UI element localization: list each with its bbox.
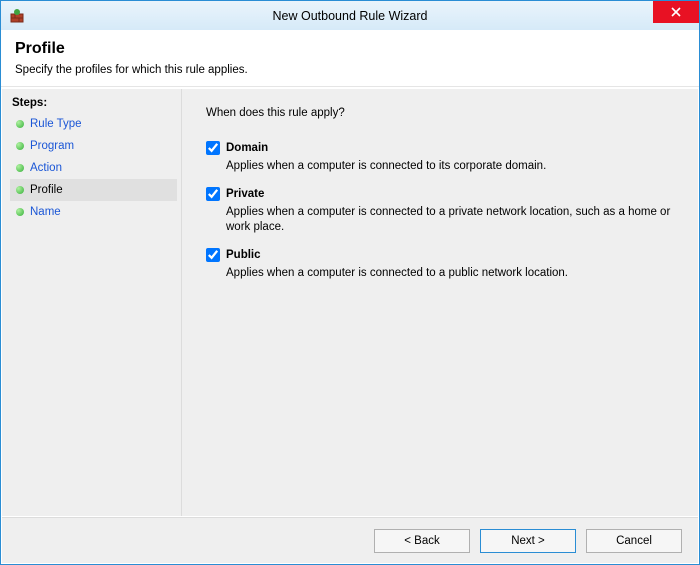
step-bullet-icon [16,164,24,172]
steps-sidebar: Steps: Rule Type Program Action Profile Name [2,89,182,516]
profile-option-private: Private Applies when a computer is connec… [206,187,674,234]
page-subtitle: Specify the profiles for which this rule… [15,64,685,76]
step-item-name[interactable]: Name [10,201,177,223]
step-label: Name [30,206,61,218]
step-item-program[interactable]: Program [10,135,177,157]
wizard-footer: < Back Next > Cancel [2,517,698,563]
steps-heading: Steps: [12,97,177,109]
step-bullet-icon [16,186,24,194]
option-desc: Applies when a computer is connected to … [226,205,674,234]
close-button[interactable] [653,1,699,23]
step-item-action[interactable]: Action [10,157,177,179]
checkbox-domain[interactable] [206,141,220,155]
option-label: Private [226,188,264,200]
option-label: Domain [226,142,268,154]
window-frame: New Outbound Rule Wizard Profile Specify… [0,0,700,565]
option-desc: Applies when a computer is connected to … [226,266,674,280]
step-bullet-icon [16,142,24,150]
header-pane: Profile Specify the profiles for which t… [1,30,699,87]
cancel-button[interactable]: Cancel [586,529,682,553]
window-title: New Outbound Rule Wizard [1,9,699,23]
title-bar: New Outbound Rule Wizard [1,1,699,30]
back-button[interactable]: < Back [374,529,470,553]
step-item-rule-type[interactable]: Rule Type [10,113,177,135]
step-label: Rule Type [30,118,82,130]
step-bullet-icon [16,120,24,128]
option-label: Public [226,249,261,261]
step-label: Program [30,140,74,152]
step-item-profile[interactable]: Profile [10,179,177,201]
step-bullet-icon [16,208,24,216]
checkbox-private[interactable] [206,187,220,201]
profile-option-domain: Domain Applies when a computer is connect… [206,141,674,173]
option-desc: Applies when a computer is connected to … [226,159,674,173]
content-prompt: When does this rule apply? [206,107,674,119]
next-button[interactable]: Next > [480,529,576,553]
step-label: Profile [30,184,63,196]
checkbox-public[interactable] [206,248,220,262]
step-label: Action [30,162,62,174]
profile-option-public: Public Applies when a computer is connect… [206,248,674,280]
content-pane: When does this rule apply? Domain Applies… [182,89,698,516]
page-title: Profile [15,40,685,58]
